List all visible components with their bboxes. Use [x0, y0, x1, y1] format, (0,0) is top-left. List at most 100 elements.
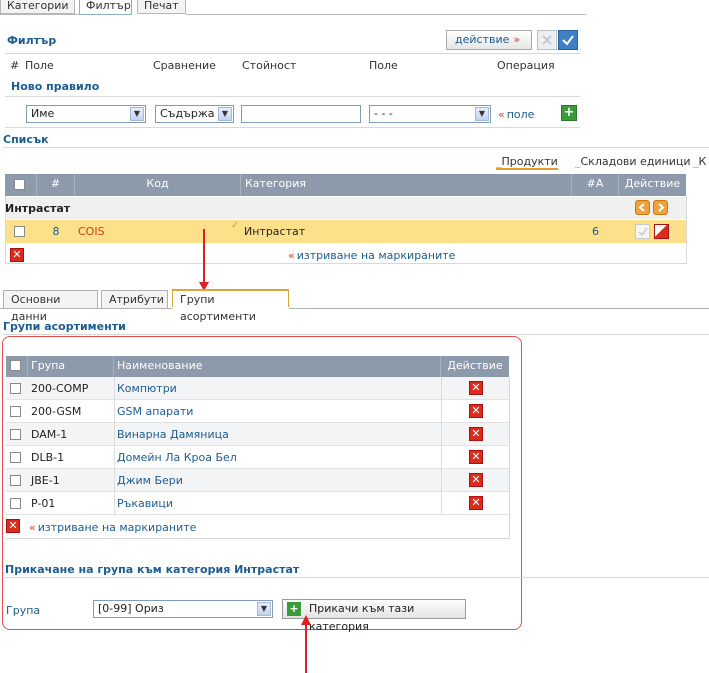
delete-group-button[interactable]: ✕ — [469, 473, 483, 487]
clear-filter-button[interactable] — [537, 30, 557, 50]
table-row[interactable]: P-01 Ръкавици ✕ — [6, 492, 509, 515]
row-divider — [114, 469, 115, 492]
chevron-down-icon: ▼ — [130, 107, 144, 121]
list-grid-header: # Код Категория #A Действие — [5, 174, 686, 196]
group-name[interactable]: Ръкавици — [117, 492, 173, 514]
row-checkbox[interactable] — [10, 475, 21, 486]
edit-marker-icon: ✓ — [231, 220, 240, 231]
add-rule-button[interactable]: + — [561, 105, 577, 121]
table-row[interactable]: 8 COIS ✓ Интрастат 6 — [5, 220, 686, 243]
group-code: DLB-1 — [31, 451, 65, 464]
filter-title: Филтър — [7, 34, 57, 47]
row-checkbox[interactable] — [10, 406, 21, 417]
attach-title: Прикачане на група към категория Интраст… — [5, 563, 300, 576]
group-name[interactable]: Компютри — [117, 377, 177, 399]
comparison-select-value: Съдържа — [160, 107, 215, 120]
check-icon — [562, 35, 574, 46]
field2-select[interactable]: - - - ▼ — [369, 105, 491, 123]
groups-col-group: Група — [28, 356, 114, 377]
row-divider — [441, 377, 442, 400]
groups-delete-marked-link[interactable]: «изтриване на маркираните — [29, 521, 196, 534]
tab-products[interactable]: _Продукти — [496, 155, 558, 170]
list-col-category: Категория — [241, 174, 572, 196]
group-name[interactable]: GSM апарати — [117, 400, 193, 422]
row-checkbox[interactable] — [10, 498, 21, 509]
table-row[interactable]: JBE-1 Джим Бери ✕ — [6, 469, 509, 492]
next-page-button[interactable] — [653, 200, 668, 215]
chevron-down-icon: ▼ — [475, 107, 489, 121]
tab-more[interactable]: _К — [693, 155, 706, 168]
row-divider — [441, 446, 442, 469]
delete-group-button[interactable]: ✕ — [469, 450, 483, 464]
group-code: P-01 — [31, 497, 56, 510]
chevron-down-icon: ▼ — [218, 107, 232, 121]
group-name[interactable]: Домейн Ла Кроа Бел — [117, 446, 237, 468]
delete-group-button[interactable]: ✕ — [469, 427, 483, 441]
chevron-left-icon — [638, 203, 645, 212]
table-row[interactable]: 200-COMP Компютри ✕ — [6, 377, 509, 400]
annotation-arrow-line — [203, 229, 205, 284]
row-divider — [114, 377, 115, 400]
row-code[interactable]: COIS — [78, 220, 105, 243]
edit-button[interactable] — [635, 224, 650, 239]
tab-categories[interactable]: Категории — [0, 0, 75, 14]
field-select[interactable]: Име ▼ — [26, 105, 146, 123]
chevron-right-icon — [658, 203, 665, 212]
row-checkbox[interactable] — [10, 452, 21, 463]
action-button[interactable]: действие» — [446, 30, 532, 50]
groups-select-all-checkbox[interactable] — [10, 360, 21, 371]
apply-filter-button[interactable] — [558, 30, 578, 50]
row-divider — [441, 469, 442, 492]
delete-group-button[interactable]: ✕ — [469, 404, 483, 418]
row-checkbox[interactable] — [14, 226, 25, 237]
tab-attributes[interactable]: Атрибути — [101, 290, 168, 308]
row-divider — [114, 492, 115, 515]
row-checkbox[interactable] — [10, 429, 21, 440]
field-link-quote: « — [498, 108, 505, 121]
select-all-checkbox[interactable] — [14, 179, 25, 190]
field-select-value: Име — [31, 107, 55, 120]
delete-row-button[interactable] — [654, 224, 669, 239]
field-link-label: поле — [506, 108, 535, 121]
plus-icon: + — [287, 602, 301, 616]
group-code: JBE-1 — [31, 474, 60, 487]
group-code: 200-COMP — [31, 382, 89, 395]
tab-stock-units[interactable]: _Складови единици — [575, 155, 691, 168]
tab-more-label: К — [698, 155, 707, 168]
list-title: Списък — [3, 133, 49, 146]
table-row[interactable]: DAM-1 Винарна Дамяница ✕ — [6, 423, 509, 446]
action-raquo: » — [513, 33, 521, 46]
delete-group-button[interactable]: ✕ — [469, 496, 483, 510]
tab-filter[interactable]: Филтър — [79, 0, 132, 15]
tab-basic-data[interactable]: Основни данни — [3, 290, 98, 323]
tab-assortment-groups[interactable]: Групи асортименти — [172, 289, 289, 323]
col-field2: Поле — [369, 59, 398, 72]
group-name[interactable]: Джим Бери — [117, 469, 183, 491]
groups-grid-header: Група Наименование Действие — [6, 356, 509, 377]
annotation-arrow-line — [305, 625, 307, 673]
attach-group-label: Група — [6, 604, 41, 617]
table-row[interactable]: DLB-1 Домейн Ла Кроа Бел ✕ — [6, 446, 509, 469]
tab-print[interactable]: Печат — [137, 0, 186, 14]
col-operation: Операция — [497, 59, 555, 72]
groups-delete-marked-icon[interactable]: ✕ — [6, 519, 20, 533]
row-checkbox[interactable] — [10, 383, 21, 394]
action-label: действие — [455, 33, 510, 46]
value-input[interactable] — [241, 105, 361, 123]
attach-group-select[interactable]: [0-99] Ориз ▼ — [93, 600, 273, 618]
table-row[interactable]: 200-GSM GSM апарати ✕ — [6, 400, 509, 423]
list-col-code: Код — [75, 174, 241, 196]
delete-group-button[interactable]: ✕ — [469, 381, 483, 395]
chevron-down-icon: ▼ — [257, 602, 271, 616]
delete-marked-link[interactable]: «изтриване на маркираните — [288, 249, 455, 262]
comparison-select[interactable]: Съдържа ▼ — [155, 105, 234, 123]
group-name[interactable]: Винарна Дамяница — [117, 423, 229, 445]
delete-marked-icon[interactable]: ✕ — [10, 248, 24, 262]
list-col-num: # — [37, 174, 75, 196]
group-code: 200-GSM — [31, 405, 82, 418]
groups-delete-marked-label: изтриване на маркираните — [37, 521, 197, 534]
field-link[interactable]: «поле — [498, 108, 534, 121]
plus-icon: + — [563, 105, 575, 120]
prev-page-button[interactable] — [635, 200, 650, 215]
col-comparison: Сравнение — [153, 59, 216, 72]
